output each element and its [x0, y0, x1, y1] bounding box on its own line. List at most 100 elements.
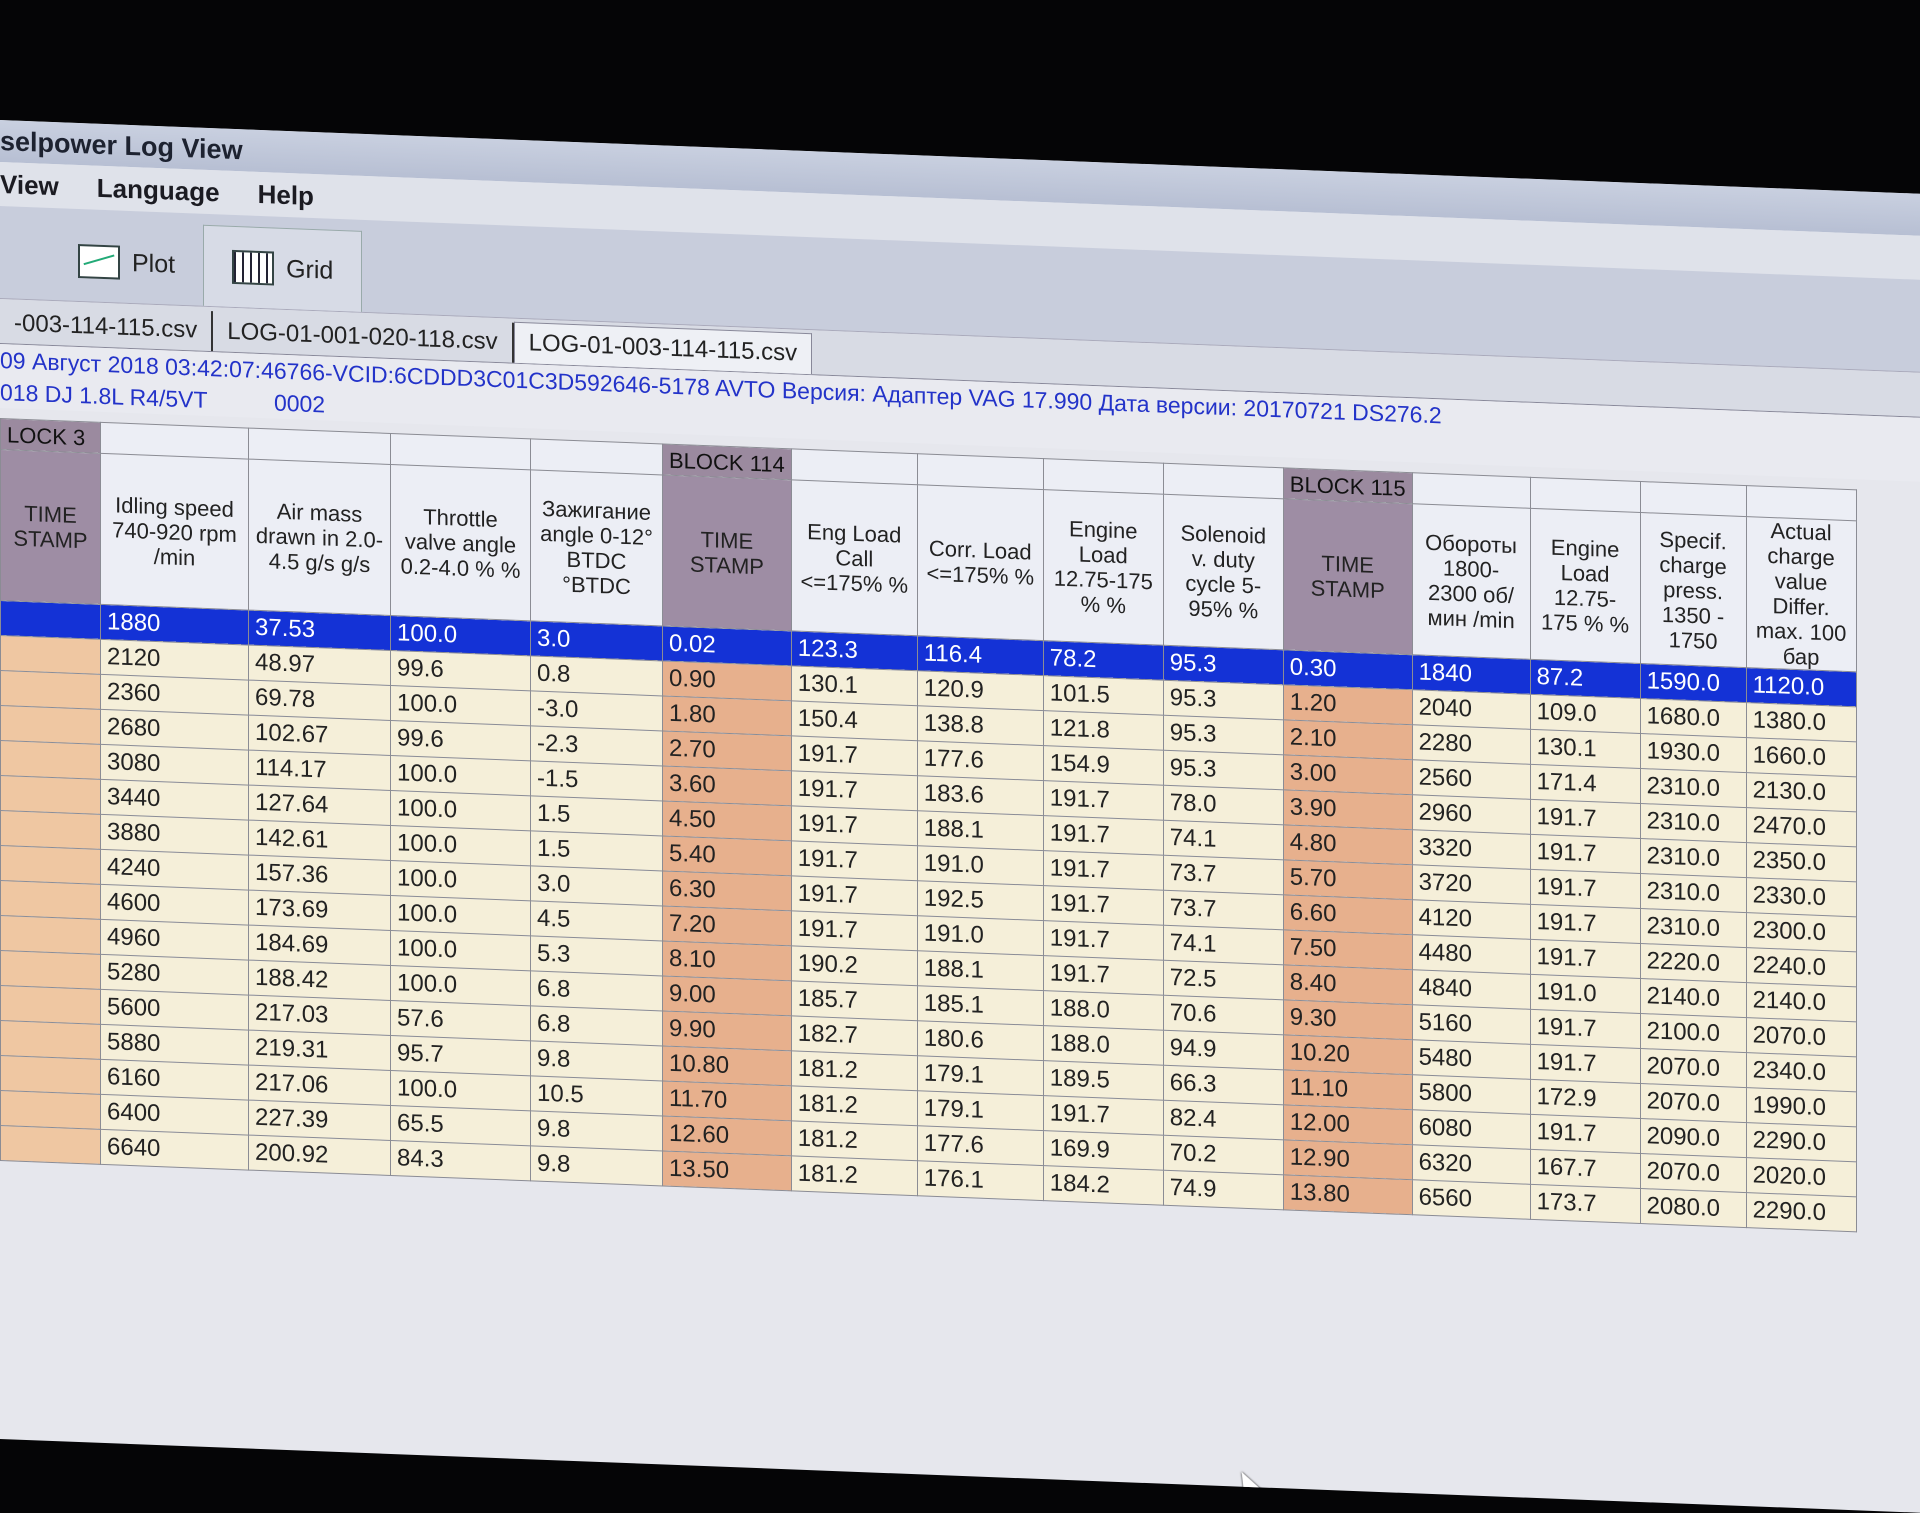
table-cell[interactable]: 2340.0 [1746, 1052, 1857, 1092]
column-header[interactable]: Corr. Load <=175% % [917, 484, 1044, 641]
table-cell[interactable]: 2020.0 [1746, 1157, 1857, 1197]
table-cell[interactable]: 2120 [100, 639, 249, 681]
table-cell[interactable]: 1930.0 [1640, 733, 1747, 773]
table-cell[interactable]: 184.2 [1043, 1165, 1164, 1206]
table-cell[interactable]: 176.1 [917, 1160, 1044, 1201]
table-cell[interactable]: 191.7 [791, 910, 918, 951]
table-cell[interactable]: 200.92 [248, 1135, 391, 1176]
table-cell[interactable] [0, 1020, 101, 1060]
table-cell[interactable]: 95.3 [1163, 750, 1284, 790]
table-cell[interactable]: 73.7 [1163, 890, 1284, 930]
menu-help[interactable]: Help [258, 178, 314, 211]
table-cell[interactable]: 2560 [1412, 759, 1531, 800]
table-cell[interactable]: 109.0 [1530, 694, 1641, 734]
table-cell[interactable] [0, 600, 101, 640]
table-cell[interactable]: 191.7 [1043, 780, 1164, 821]
table-cell[interactable]: 95.3 [1163, 645, 1284, 685]
table-cell[interactable]: 2330.0 [1746, 877, 1857, 917]
table-cell[interactable]: 5800 [1412, 1074, 1531, 1115]
table-cell[interactable]: 72.5 [1163, 960, 1284, 1000]
table-cell[interactable] [0, 775, 101, 815]
table-cell[interactable]: 4.80 [1283, 824, 1413, 865]
table-cell[interactable]: 10.80 [662, 1045, 792, 1086]
table-cell[interactable]: 2220.0 [1640, 943, 1747, 983]
table-cell[interactable]: 4240 [100, 849, 249, 891]
table-cell[interactable]: 99.6 [390, 720, 531, 761]
table-cell[interactable]: 3080 [100, 744, 249, 786]
table-cell[interactable]: 100.0 [390, 790, 531, 831]
table-cell[interactable]: 6080 [1412, 1109, 1531, 1150]
table-cell[interactable] [0, 985, 101, 1025]
table-cell[interactable]: 191.0 [917, 845, 1044, 886]
table-cell[interactable]: 3.90 [1283, 789, 1413, 830]
table-cell[interactable]: 4600 [100, 884, 249, 926]
table-cell[interactable]: 5.3 [530, 935, 663, 976]
column-header[interactable]: Зажигание angle 0-12° BTDC °BTDC [530, 469, 663, 626]
table-cell[interactable]: 177.6 [917, 740, 1044, 781]
column-header[interactable]: TIME STAMP [0, 449, 101, 605]
table-cell[interactable]: 1380.0 [1746, 702, 1857, 742]
table-cell[interactable]: 190.2 [791, 945, 918, 986]
table-cell[interactable]: 191.7 [791, 840, 918, 881]
table-cell[interactable] [0, 950, 101, 990]
table-cell[interactable]: 101.5 [1043, 675, 1164, 716]
table-cell[interactable]: 182.7 [791, 1015, 918, 1056]
column-header[interactable]: Actual charge value Differ. max. 100 бар [1746, 516, 1857, 672]
table-cell[interactable] [0, 1090, 101, 1130]
table-cell[interactable]: 191.7 [1043, 850, 1164, 891]
table-cell[interactable]: 184.69 [248, 925, 391, 966]
table-cell[interactable]: 179.1 [917, 1090, 1044, 1131]
table-cell[interactable]: 2470.0 [1746, 807, 1857, 847]
table-cell[interactable] [0, 635, 101, 675]
table-cell[interactable]: 185.1 [917, 985, 1044, 1026]
table-cell[interactable]: 70.6 [1163, 995, 1284, 1035]
table-cell[interactable]: 191.7 [1530, 1114, 1641, 1154]
table-cell[interactable]: 3.60 [662, 765, 792, 806]
table-cell[interactable]: 191.7 [1043, 920, 1164, 961]
table-cell[interactable]: 9.90 [662, 1010, 792, 1051]
table-cell[interactable]: 2310.0 [1640, 873, 1747, 913]
table-cell[interactable]: 12.00 [1283, 1104, 1413, 1145]
table-cell[interactable]: 2070.0 [1640, 1153, 1747, 1193]
column-header[interactable]: Specif. charge press. 1350 - 1750 [1640, 512, 1747, 668]
table-cell[interactable]: 2080.0 [1640, 1188, 1747, 1228]
table-cell[interactable]: 217.06 [248, 1065, 391, 1106]
table-cell[interactable]: 189.5 [1043, 1060, 1164, 1101]
table-cell[interactable]: 2310.0 [1640, 908, 1747, 948]
table-cell[interactable]: 5.70 [1283, 859, 1413, 900]
table-cell[interactable]: 181.2 [791, 1120, 918, 1161]
table-cell[interactable]: 181.2 [791, 1085, 918, 1126]
table-cell[interactable]: 1680.0 [1640, 698, 1747, 738]
table-cell[interactable]: 2310.0 [1640, 803, 1747, 843]
table-cell[interactable]: 191.7 [1530, 799, 1641, 839]
table-cell[interactable]: -1.5 [530, 760, 663, 801]
table-cell[interactable]: 188.42 [248, 960, 391, 1001]
table-cell[interactable]: 188.0 [1043, 990, 1164, 1031]
table-cell[interactable]: 179.1 [917, 1055, 1044, 1096]
table-cell[interactable]: 191.7 [1043, 885, 1164, 926]
table-cell[interactable] [0, 880, 101, 920]
table-cell[interactable]: 191.7 [1530, 1044, 1641, 1084]
table-cell[interactable]: 0.30 [1283, 649, 1413, 690]
table-cell[interactable] [0, 845, 101, 885]
table-cell[interactable]: 0.02 [662, 625, 792, 666]
table-cell[interactable]: 173.69 [248, 890, 391, 931]
table-cell[interactable]: 73.7 [1163, 855, 1284, 895]
table-cell[interactable]: 219.31 [248, 1030, 391, 1071]
column-header[interactable]: Idling speed 740-920 rpm /min [100, 453, 249, 611]
table-cell[interactable]: 127.64 [248, 785, 391, 826]
table-cell[interactable]: 6400 [100, 1094, 249, 1136]
table-cell[interactable]: 192.5 [917, 880, 1044, 921]
table-cell[interactable]: 95.3 [1163, 680, 1284, 720]
table-cell[interactable]: 157.36 [248, 855, 391, 896]
table-cell[interactable]: 191.7 [791, 735, 918, 776]
table-cell[interactable]: 185.7 [791, 980, 918, 1021]
table-cell[interactable] [0, 1055, 101, 1095]
table-cell[interactable]: 2360 [100, 674, 249, 716]
table-cell[interactable]: 13.50 [662, 1150, 792, 1191]
table-cell[interactable]: 4960 [100, 919, 249, 961]
table-cell[interactable]: 66.3 [1163, 1065, 1284, 1105]
table-cell[interactable]: 5880 [100, 1024, 249, 1066]
table-cell[interactable]: 9.00 [662, 975, 792, 1016]
table-cell[interactable]: 6.30 [662, 870, 792, 911]
